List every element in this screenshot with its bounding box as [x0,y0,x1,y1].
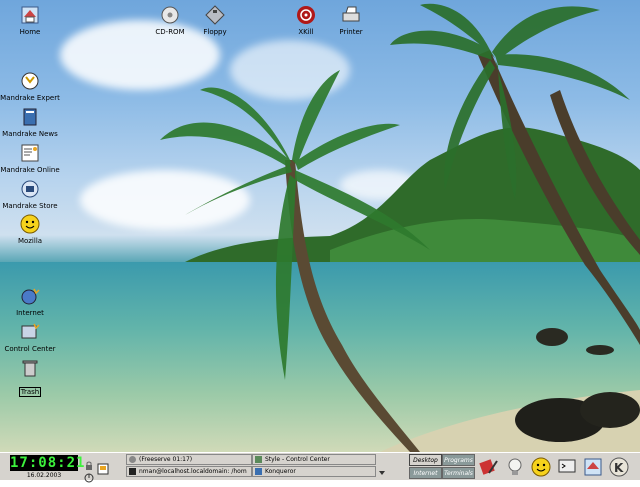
online-document-icon [19,142,41,164]
kde-menu-icon[interactable]: K [608,456,630,478]
home-folder-launcher-icon[interactable] [582,456,604,478]
mandrake-expert-desktop-icon[interactable]: Mandrake Expert [0,70,60,102]
internet-desktop-icon[interactable]: Internet [0,285,60,317]
internet-globe-icon [19,285,41,307]
trash-label: Trash [18,387,42,397]
mandrake-store-desktop-icon[interactable]: Mandrake Store [0,178,60,210]
control-center-small-icon [255,456,262,463]
terminal-launcher-icon[interactable] [556,456,578,478]
lightbulb-icon[interactable] [504,456,526,478]
terminal-icon [129,468,136,475]
dialup-icon [129,456,136,463]
control-center-label: Control Center [4,345,56,353]
logout-power-icon[interactable] [84,468,94,483]
show-desktop-icon[interactable] [97,460,109,475]
pager-desktop[interactable]: Desktop [409,454,442,466]
pager-terminals[interactable]: Terminals [442,467,475,479]
internet-label: Internet [16,309,44,317]
printer-label: Printer [339,28,363,36]
home-desktop-icon[interactable]: Home [0,4,60,36]
mozilla-launcher-icon[interactable] [530,456,552,478]
xkill-icon [295,4,317,26]
mandrake-store-label: Mandrake Store [2,202,58,210]
printer-desktop-icon[interactable]: Printer [321,4,381,36]
taskbar-item-terminal[interactable]: nman@localhost.localdomain: /hom [126,466,252,477]
lock-icon[interactable] [84,456,94,470]
news-book-icon [19,106,41,128]
pager-internet[interactable]: Internet [409,467,442,479]
home-icon [19,4,41,26]
taskbar-panel: 17:08:21 16.02.2003 (Freeserve 01:17) nm… [0,452,640,483]
trash-icon [19,357,41,379]
store-icon [19,178,41,200]
task-label: Konqueror [265,468,296,475]
mandrake-expert-label: Mandrake Expert [0,94,60,102]
cdrom-icon [159,4,181,26]
task-label: (Freeserve 01:17) [139,456,193,463]
task-label: nman@localhost.localdomain: /hom [139,468,247,475]
floppy-desktop-icon[interactable]: Floppy [185,4,245,36]
taskbar-item-konqueror[interactable]: Konqueror [252,466,376,477]
expert-help-icon [19,70,41,92]
printer-icon [340,4,362,26]
floppy-label: Floppy [203,28,227,36]
scenery [0,3,640,452]
mozilla-label: Mozilla [17,237,43,245]
settings-tools-icon[interactable] [478,456,500,478]
mozilla-smiley-icon [19,213,41,235]
mandrake-online-desktop-icon[interactable]: Mandrake Online [0,142,60,174]
konqueror-icon [255,468,262,475]
date-display: 16.02.2003 [26,472,62,479]
mandrake-news-desktop-icon[interactable]: Mandrake News [0,106,60,138]
home-label: Home [19,28,41,36]
control-center-desktop-icon[interactable]: Control Center [0,321,60,353]
control-center-icon [19,321,41,343]
svg-text:K: K [614,461,624,475]
desktop-background: Home CD-ROM Floppy XKill Printer Mandrak… [0,0,640,452]
task-label: Style - Control Center [265,456,330,463]
pager-programs[interactable]: Programs [442,454,475,466]
digital-clock[interactable]: 17:08:21 [10,455,84,471]
mandrake-online-label: Mandrake Online [0,166,60,174]
mandrake-news-label: Mandrake News [2,130,58,138]
taskbar-scroll-arrow-icon[interactable] [378,462,386,475]
floppy-icon [204,4,226,26]
taskbar-item-control-center[interactable]: Style - Control Center [252,454,376,465]
taskbar-item-freeserve[interactable]: (Freeserve 01:17) [126,454,252,465]
trash-desktop-icon[interactable]: Trash [0,357,60,398]
mozilla-desktop-icon[interactable]: Mozilla [0,213,60,245]
